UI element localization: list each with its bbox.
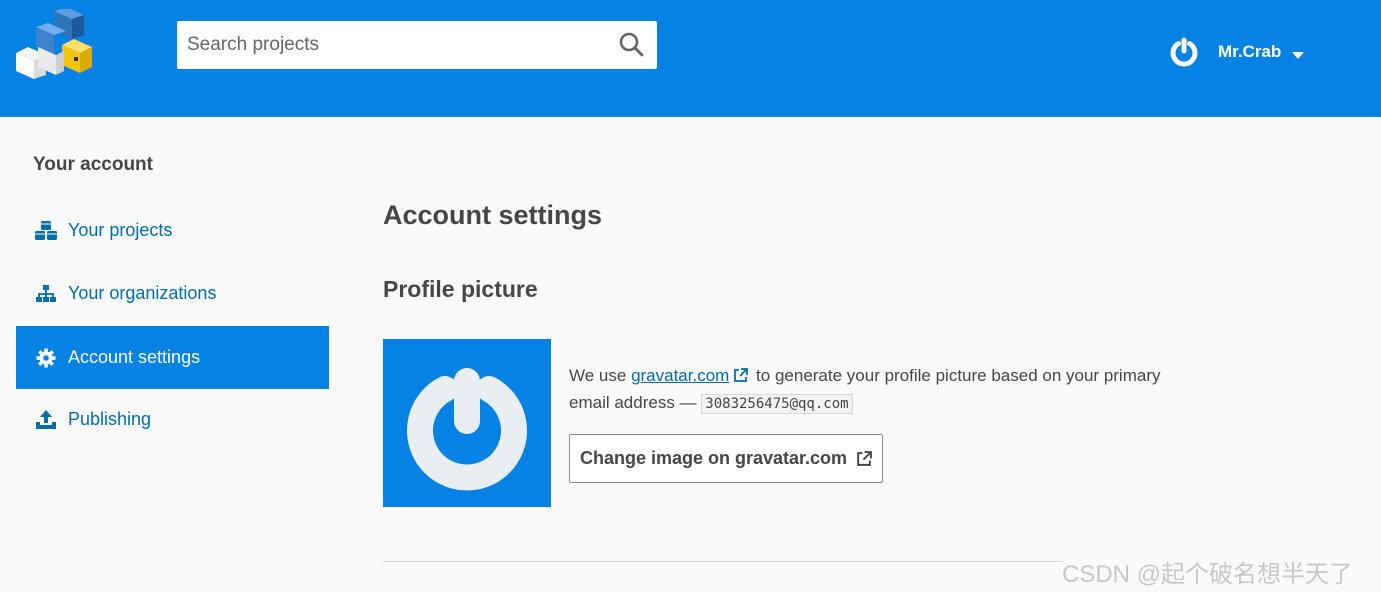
pypi-logo-icon[interactable] <box>14 7 96 81</box>
search-box <box>177 21 657 69</box>
profile-picture <box>383 339 551 507</box>
gear-icon <box>34 346 58 370</box>
section-divider <box>383 561 1063 562</box>
user-menu-button[interactable]: Mr.Crab <box>1165 33 1305 71</box>
sidebar-item-publishing[interactable]: Publishing <box>16 388 329 451</box>
change-image-button[interactable]: Change image on gravatar.com <box>569 434 883 483</box>
sidebar-title: Your account <box>33 154 153 175</box>
caret-down-icon <box>1291 47 1305 59</box>
cubes-icon <box>34 219 58 243</box>
description-text: We use <box>569 366 632 385</box>
page-title: Account settings <box>383 200 603 230</box>
watermark: CSDN @起个破名想半天了 <box>1062 561 1354 588</box>
sidebar-item-label: Publishing <box>68 409 152 429</box>
gravatar-link[interactable]: gravatar.com <box>631 366 729 385</box>
sitemap-icon <box>34 282 58 306</box>
username-label: Mr.Crab <box>1218 42 1282 61</box>
sidebar-item-label: Your projects <box>68 220 173 240</box>
gravatar-logo-icon <box>407 368 527 491</box>
upload-icon <box>34 408 58 432</box>
search-input[interactable] <box>177 21 607 69</box>
email-address: 3083256475@qq.com <box>701 394 853 414</box>
external-link-icon <box>856 450 872 467</box>
section-title-profile-picture: Profile picture <box>383 276 538 302</box>
sidebar-item-label: Your organizations <box>68 283 217 303</box>
profile-description: We use gravatar.com to generate your pro… <box>569 362 1169 418</box>
external-link-icon <box>733 364 749 382</box>
change-image-button-label: Change image on gravatar.com <box>579 448 848 468</box>
sidebar-item-label: Account settings <box>68 347 201 367</box>
sidebar-item-your-projects[interactable]: Your projects <box>16 199 329 262</box>
top-header: Mr.Crab <box>0 0 1381 117</box>
search-icon[interactable] <box>615 29 649 61</box>
sidebar-item-your-organizations[interactable]: Your organizations <box>16 262 329 325</box>
gravatar-avatar-icon <box>1165 33 1203 71</box>
sidebar-item-account-settings[interactable]: Account settings <box>16 326 329 389</box>
